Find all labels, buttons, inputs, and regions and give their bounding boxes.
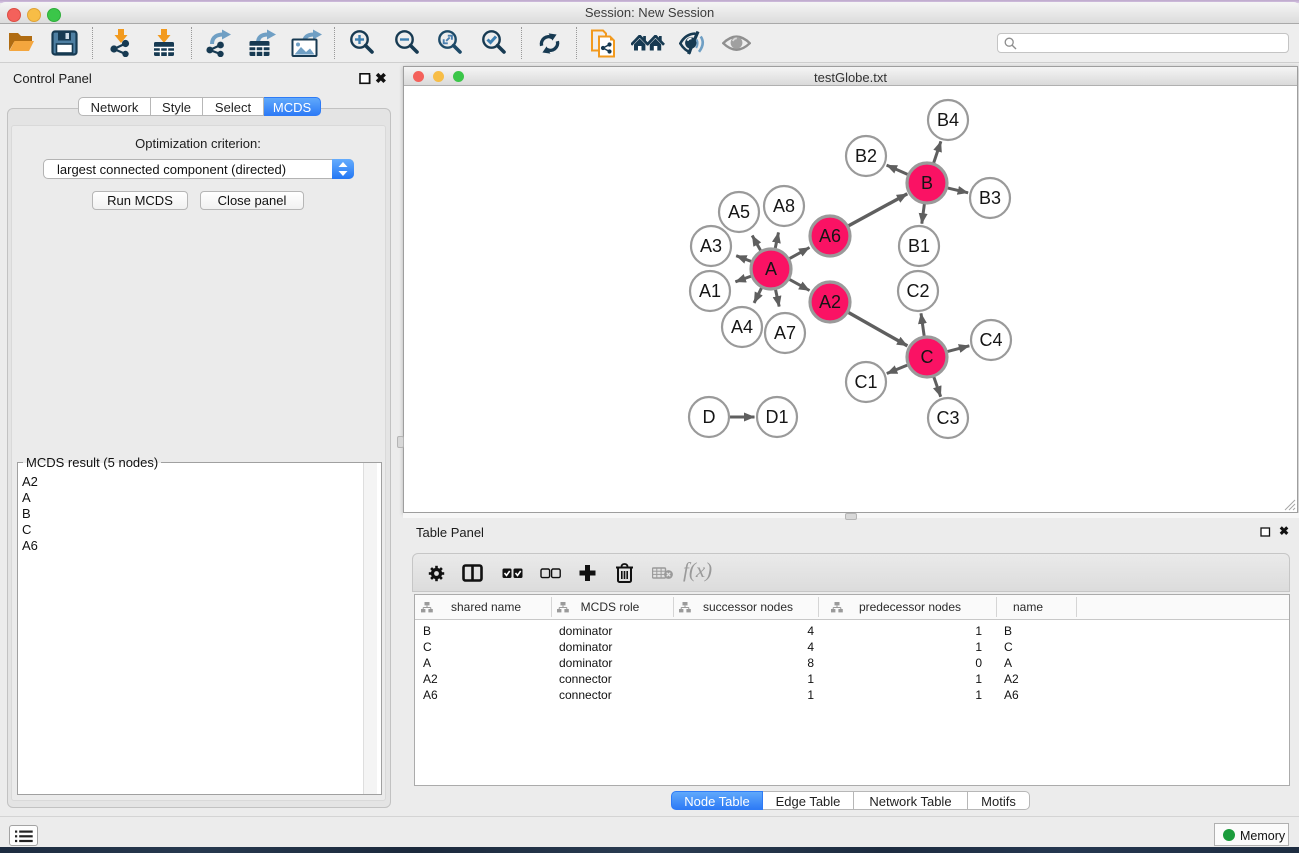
svg-text:B3: B3 (979, 188, 1001, 208)
svg-text:A: A (765, 259, 777, 279)
svg-text:C: C (921, 347, 934, 367)
svg-text:B: B (921, 173, 933, 193)
svg-text:A2: A2 (819, 292, 841, 312)
svg-text:D: D (703, 407, 716, 427)
svg-text:A3: A3 (700, 236, 722, 256)
svg-text:B2: B2 (855, 146, 877, 166)
svg-text:B1: B1 (908, 236, 930, 256)
svg-text:A8: A8 (773, 196, 795, 216)
svg-text:A4: A4 (731, 317, 753, 337)
svg-text:A6: A6 (819, 226, 841, 246)
svg-text:D1: D1 (765, 407, 788, 427)
svg-text:A5: A5 (728, 202, 750, 222)
svg-text:A7: A7 (774, 323, 796, 343)
svg-text:C4: C4 (979, 330, 1002, 350)
svg-text:B4: B4 (937, 110, 959, 130)
svg-text:A1: A1 (699, 281, 721, 301)
svg-text:C3: C3 (936, 408, 959, 428)
svg-text:C2: C2 (906, 281, 929, 301)
svg-text:C1: C1 (854, 372, 877, 392)
